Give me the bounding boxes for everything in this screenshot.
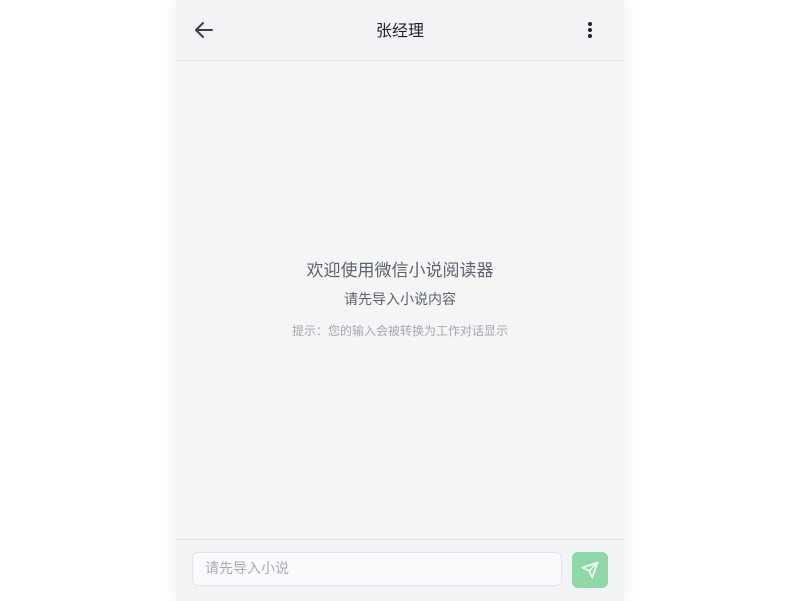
input-bar <box>176 539 624 601</box>
welcome-hint: 提示：您的输入会被转换为工作对话显示 <box>291 324 508 338</box>
chat-header: 张经理 <box>176 0 624 61</box>
send-button[interactable] <box>572 552 608 588</box>
welcome-panel: 欢迎使用微信小说阅读器 请先导入小说内容 提示：您的输入会被转换为工作对话显示 <box>176 258 624 340</box>
more-vertical-icon <box>588 22 592 38</box>
welcome-subtitle: 请先导入小说内容 <box>344 292 456 308</box>
more-options-button[interactable] <box>580 17 600 43</box>
welcome-title: 欢迎使用微信小说阅读器 <box>306 261 494 281</box>
message-input[interactable] <box>192 552 562 586</box>
chat-title: 张经理 <box>375 21 424 40</box>
send-icon <box>581 561 599 579</box>
chat-window: 张经理 欢迎使用微信小说阅读器 请先导入小说内容 提示：您的输入会被转换为工作对… <box>176 0 624 601</box>
